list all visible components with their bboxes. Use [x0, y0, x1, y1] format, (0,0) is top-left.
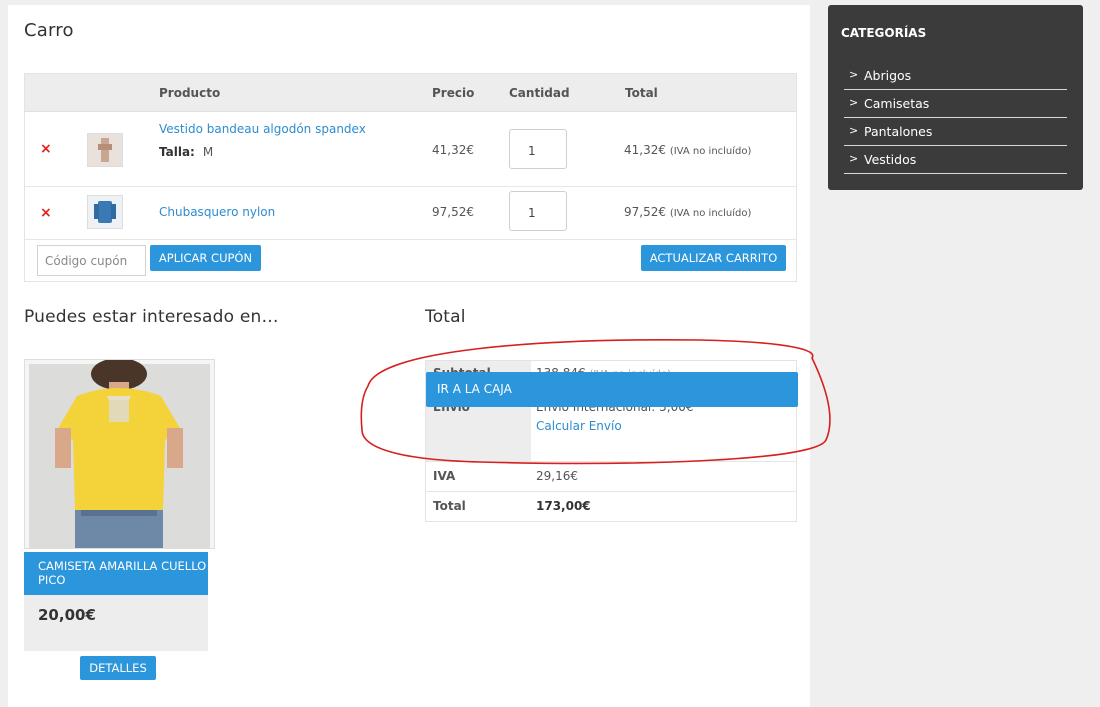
sidebar-item-camisetas[interactable]: > Camisetas	[844, 90, 1067, 118]
sidebar-item-label: Vestidos	[864, 152, 917, 167]
line-total-note: (IVA no incluído)	[669, 208, 752, 219]
apply-coupon-button[interactable]: APLICAR CUPÓN	[150, 245, 261, 271]
divider	[426, 491, 796, 492]
product-title[interactable]: CAMISETA AMARILLA CUELLO PICO	[24, 552, 208, 595]
quantity-input[interactable]: 1	[509, 191, 567, 231]
chevron-right-icon: >	[849, 152, 859, 165]
coupon-input[interactable]: Código cupón	[37, 245, 146, 276]
sidebar-item-label: Camisetas	[864, 96, 930, 111]
size-label: Talla:	[159, 145, 195, 159]
product-thumbnail[interactable]	[87, 195, 123, 229]
line-total-value: 97,52€	[624, 205, 666, 219]
remove-item-icon[interactable]: ×	[40, 141, 52, 157]
sidebar-item-pantalones[interactable]: > Pantalones	[844, 118, 1067, 146]
line-total-value: 41,32€	[624, 143, 666, 157]
calculate-shipping-link[interactable]: Calcular Envío	[536, 419, 622, 433]
tax-value: 29,16€	[536, 469, 578, 483]
update-cart-button[interactable]: ACTUALIZAR CARRITO	[641, 245, 786, 271]
product-link[interactable]: Vestido bandeau algodón spandex	[159, 122, 366, 136]
chevron-right-icon: >	[849, 124, 859, 137]
header-price: Precio	[432, 86, 475, 100]
table-row: × Chubasquero nylon 97,52€ 1 97,52€ (IVA…	[25, 187, 796, 240]
line-total-note: (IVA no incluído)	[669, 146, 752, 157]
cart-table: Producto Precio Cantidad Total × Vestido…	[24, 73, 797, 282]
total-label: Total	[433, 499, 466, 513]
line-total: 41,32€ (IVA no incluído)	[624, 143, 751, 157]
sidebar-item-abrigos[interactable]: > Abrigos	[844, 62, 1067, 90]
cart-totals: Subtotal 138,84€ (IVA no incluído) Envío…	[425, 360, 798, 522]
sidebar-item-label: Pantalones	[864, 124, 933, 139]
sidebar-item-vestidos[interactable]: > Vestidos	[844, 146, 1067, 174]
divider	[426, 461, 796, 462]
line-total: 97,52€ (IVA no incluído)	[624, 205, 751, 219]
sidebar-item-label: Abrigos	[864, 68, 912, 83]
cross-sell-title: Puedes estar interesado en…	[24, 307, 279, 327]
table-row: × Vestido bandeau algodón spandex Talla:…	[25, 113, 796, 187]
cart-table-header: Producto Precio Cantidad Total	[25, 74, 796, 112]
cart-title: Carro	[24, 20, 74, 41]
chevron-right-icon: >	[849, 68, 859, 81]
product-price: 41,32€	[432, 143, 474, 157]
product-thumbnail[interactable]	[87, 133, 123, 167]
header-quantity: Cantidad	[509, 86, 570, 100]
totals-title: Total	[425, 307, 466, 327]
header-total: Total	[625, 86, 658, 100]
categories-sidebar: CATEGORÍAS > Abrigos > Camisetas > Pantalon…	[828, 5, 1083, 190]
details-button[interactable]: DETALLES	[80, 656, 156, 680]
header-product: Producto	[159, 86, 221, 100]
product-size: Talla: M	[159, 145, 213, 159]
product-image[interactable]	[24, 358, 215, 549]
size-value: M	[202, 145, 214, 159]
sidebar-title: CATEGORÍAS	[841, 26, 927, 40]
quantity-input[interactable]: 1	[509, 129, 567, 169]
checkout-button[interactable]: IR A LA CAJA	[426, 372, 798, 407]
product-price: 97,52€	[432, 205, 474, 219]
remove-item-icon[interactable]: ×	[40, 205, 52, 221]
chevron-right-icon: >	[849, 96, 859, 109]
tax-label: IVA	[433, 469, 456, 483]
product-price-box: 20,00€	[24, 595, 208, 651]
total-value: 173,00€	[536, 499, 591, 513]
product-link[interactable]: Chubasquero nylon	[159, 205, 275, 219]
